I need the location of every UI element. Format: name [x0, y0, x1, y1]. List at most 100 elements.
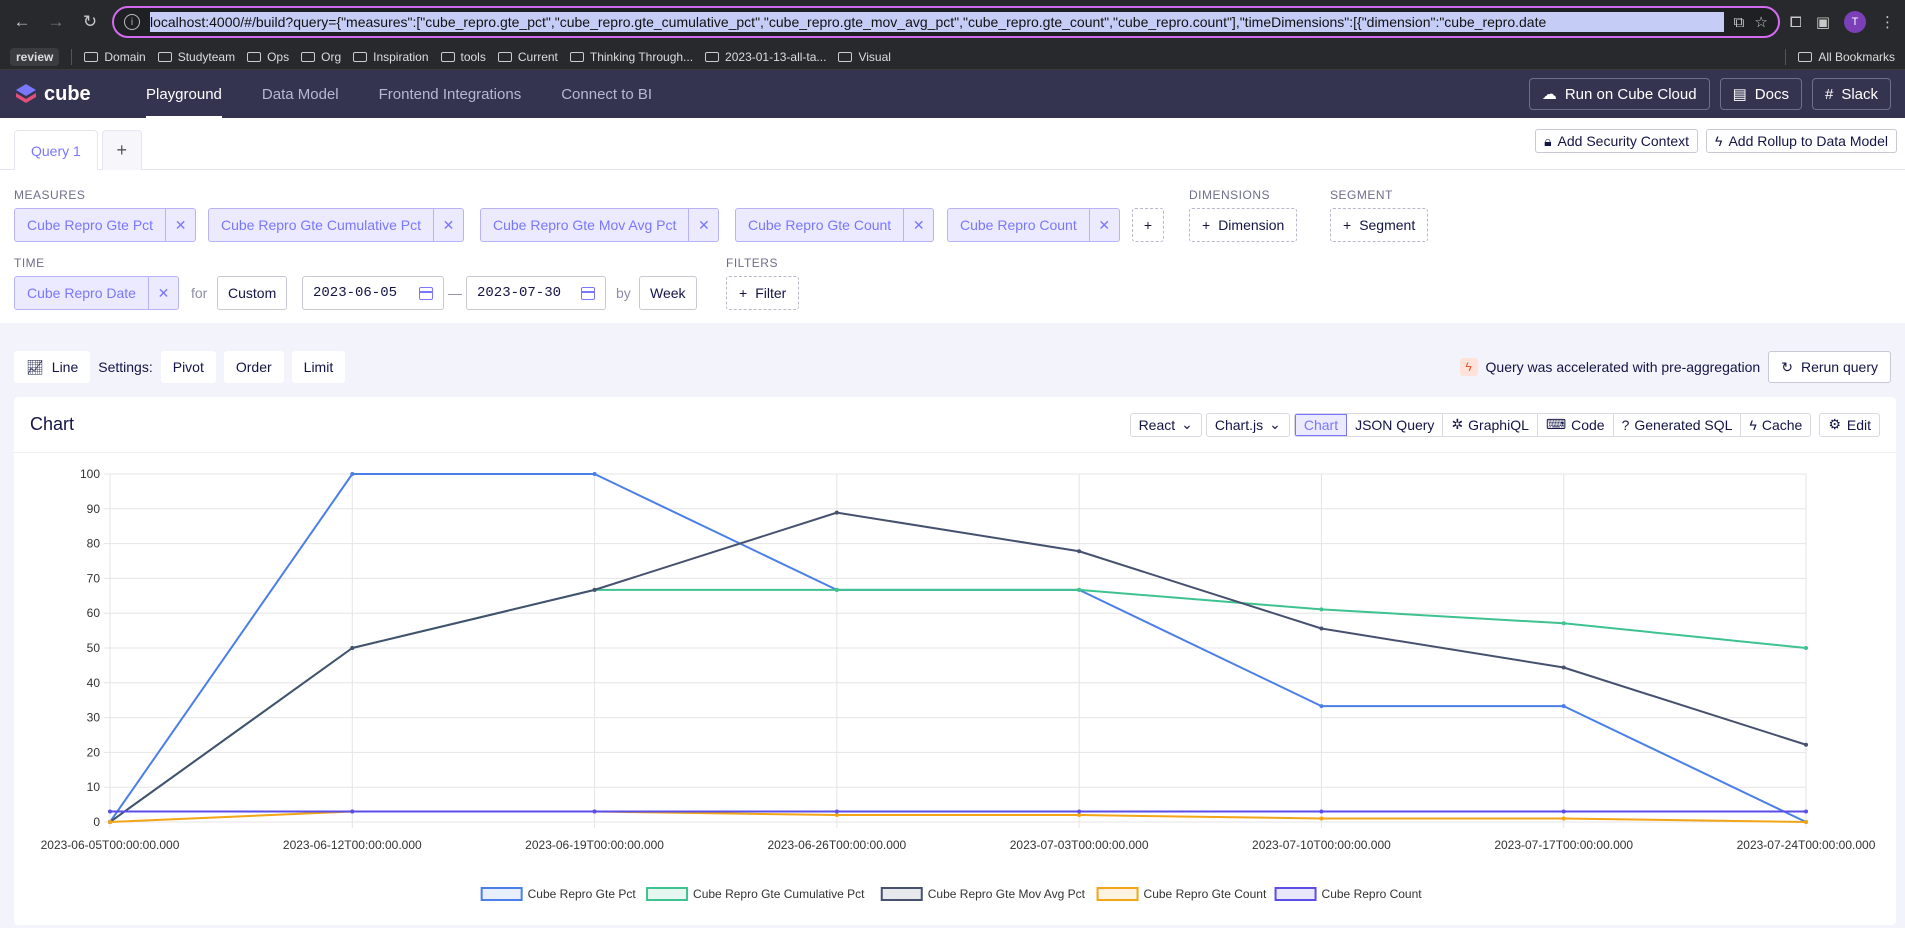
data-point: [1077, 813, 1082, 818]
remove-icon[interactable]: ✕: [165, 209, 195, 241]
nav-data-model[interactable]: Data Model: [262, 70, 339, 118]
run-on-cube-cloud-button[interactable]: ☁ Run on Cube Cloud: [1528, 78, 1710, 110]
tab-graphiql[interactable]: ✲ GraphiQL: [1443, 413, 1538, 436]
code-icon: ⌨: [1545, 416, 1567, 432]
lightning-icon: ϟ: [1749, 416, 1757, 433]
date-range-select[interactable]: Custom: [217, 276, 288, 310]
granularity-select[interactable]: Week: [639, 276, 697, 310]
extensions-icon[interactable]: ⧠: [1790, 14, 1802, 31]
cloud-icon: ☁: [1541, 86, 1557, 103]
bookmark-folder-domain[interactable]: Domain: [84, 50, 146, 64]
bookmark-folder-org[interactable]: Org: [301, 50, 341, 64]
browser-toolbar: ← → ↻ i localhost:4000/#/build?query={"m…: [0, 0, 1905, 44]
site-info-icon[interactable]: i: [124, 14, 140, 30]
edit-button[interactable]: ⚙ Edit: [1819, 412, 1880, 437]
time-dimension-chip[interactable]: Cube Repro Date ✕: [14, 276, 179, 310]
legend-label: Cube Repro Gte Pct: [528, 887, 637, 901]
data-point: [1804, 742, 1808, 747]
legend-swatch: [1274, 887, 1317, 901]
folder-icon: [301, 51, 316, 62]
data-point: [592, 472, 597, 476]
data-point: [1319, 809, 1324, 814]
bookmark-folder-all-ta[interactable]: 2023-01-13-all-ta...: [705, 50, 826, 64]
install-app-icon[interactable]: ⧉: [1734, 14, 1745, 31]
tab-cache[interactable]: ϟ Cache: [1741, 414, 1810, 436]
tab-generated-sql[interactable]: ? Generated SQL: [1614, 413, 1742, 436]
remove-icon[interactable]: ✕: [688, 209, 718, 241]
reload-icon[interactable]: ↻: [78, 10, 102, 34]
bookmark-folder-current[interactable]: Current: [497, 50, 558, 64]
add-segment-button[interactable]: + Segment: [1330, 208, 1429, 242]
bookmark-folder-thinking[interactable]: Thinking Through...: [569, 50, 693, 64]
folder-icon: [440, 51, 455, 62]
bookmark-folder-studyteam[interactable]: Studyteam: [157, 50, 235, 64]
date-to-input[interactable]: 2023-07-30: [466, 276, 606, 310]
address-bar[interactable]: i localhost:4000/#/build?query={"measure…: [112, 6, 1780, 38]
chart-type-select[interactable]: 📈︎ Line: [14, 351, 91, 383]
back-icon[interactable]: ←: [10, 10, 34, 34]
library-select[interactable]: Chart.js ⌄: [1205, 412, 1290, 437]
plus-icon: +: [1343, 217, 1352, 233]
tab-query-1[interactable]: Query 1: [14, 130, 98, 170]
url-text[interactable]: localhost:4000/#/build?query={"measures"…: [150, 12, 1724, 32]
profile-avatar[interactable]: T: [1844, 11, 1866, 33]
bookmark-folder-inspiration[interactable]: Inspiration: [353, 50, 429, 64]
lightning-icon: ϟ: [1715, 133, 1723, 149]
calendar-icon: [419, 287, 433, 300]
cube-logo[interactable]: cube: [14, 82, 132, 106]
date-from-input[interactable]: 2023-06-05: [302, 276, 444, 310]
forward-icon[interactable]: →: [44, 10, 68, 34]
measure-chip[interactable]: Cube Repro Gte Cumulative Pct ✕: [208, 208, 464, 242]
all-bookmarks[interactable]: All Bookmarks: [1798, 50, 1895, 64]
bookmark-star-icon[interactable]: ☆: [1754, 13, 1767, 31]
nav-frontend-integrations[interactable]: Frontend Integrations: [379, 70, 522, 118]
bookmark-folder-tools[interactable]: tools: [440, 50, 486, 64]
chart-area: 0 10 20 30 40 50 60 70 80 90 100 2023-06-05T00:00:0…: [14, 453, 1896, 925]
y-tick-label: 20: [87, 745, 101, 759]
y-tick-label: 60: [87, 606, 101, 620]
bookmark-folder-visual[interactable]: Visual: [838, 50, 891, 64]
order-button[interactable]: Order: [223, 351, 284, 383]
bookmarks-bar: review Domain Studyteam Ops Org Inspirat…: [0, 44, 1905, 70]
remove-icon[interactable]: ✕: [1088, 209, 1119, 241]
folder-icon: [157, 51, 172, 62]
tab-json-query[interactable]: JSON Query: [1347, 413, 1444, 436]
measure-chip[interactable]: Cube Repro Gte Pct ✕: [14, 208, 197, 242]
side-panel-icon[interactable]: ▣: [1816, 13, 1830, 31]
data-point: [592, 587, 597, 592]
add-measure-icon[interactable]: +: [1132, 208, 1164, 242]
measure-chip[interactable]: Cube Repro Gte Count ✕: [735, 208, 935, 242]
folder-icon: [569, 51, 584, 62]
measure-chip[interactable]: Cube Repro Gte Mov Avg Pct ✕: [480, 208, 720, 242]
data-point: [1561, 621, 1566, 626]
data-point: [1561, 816, 1566, 821]
nav-connect-to-bi[interactable]: Connect to BI: [561, 70, 652, 118]
bookmark-separator: [71, 48, 73, 65]
limit-button[interactable]: Limit: [291, 351, 346, 383]
x-tick-label: 2023-06-12T00:00:00.000: [283, 838, 422, 852]
legend-label: Cube Repro Count: [1322, 887, 1423, 901]
remove-icon[interactable]: ✕: [432, 209, 463, 241]
bookmark-folder-ops[interactable]: Ops: [247, 50, 289, 64]
add-filter-button[interactable]: + Filter: [726, 276, 800, 310]
add-query-tab-icon[interactable]: +: [101, 130, 142, 170]
remove-icon[interactable]: ✕: [903, 209, 933, 241]
remove-icon[interactable]: ✕: [147, 277, 178, 309]
docs-button[interactable]: ▤ Docs: [1719, 78, 1802, 110]
add-dimension-button[interactable]: + Dimension: [1189, 208, 1298, 242]
framework-select[interactable]: React ⌄: [1129, 412, 1202, 437]
slack-button[interactable]: # Slack: [1811, 78, 1891, 110]
add-rollup-button[interactable]: ϟ Add Rollup to Data Model: [1706, 129, 1897, 153]
data-point: [350, 809, 355, 814]
folder-icon: [247, 51, 262, 62]
time-label: TIME: [14, 256, 45, 270]
pivot-button[interactable]: Pivot: [160, 351, 216, 383]
measure-chip[interactable]: Cube Repro Count ✕: [947, 208, 1120, 242]
tab-code[interactable]: ⌨ Code: [1538, 413, 1614, 436]
rerun-query-button[interactable]: ↻ Rerun query: [1768, 351, 1891, 383]
nav-playground[interactable]: Playground: [146, 70, 222, 118]
menu-kebab-icon[interactable]: ⋮: [1880, 13, 1895, 31]
tab-chart[interactable]: Chart: [1294, 413, 1348, 436]
bookmark-review[interactable]: review: [10, 47, 60, 66]
add-security-context-button[interactable]: 🔒︎ Add Security Context: [1535, 129, 1699, 153]
